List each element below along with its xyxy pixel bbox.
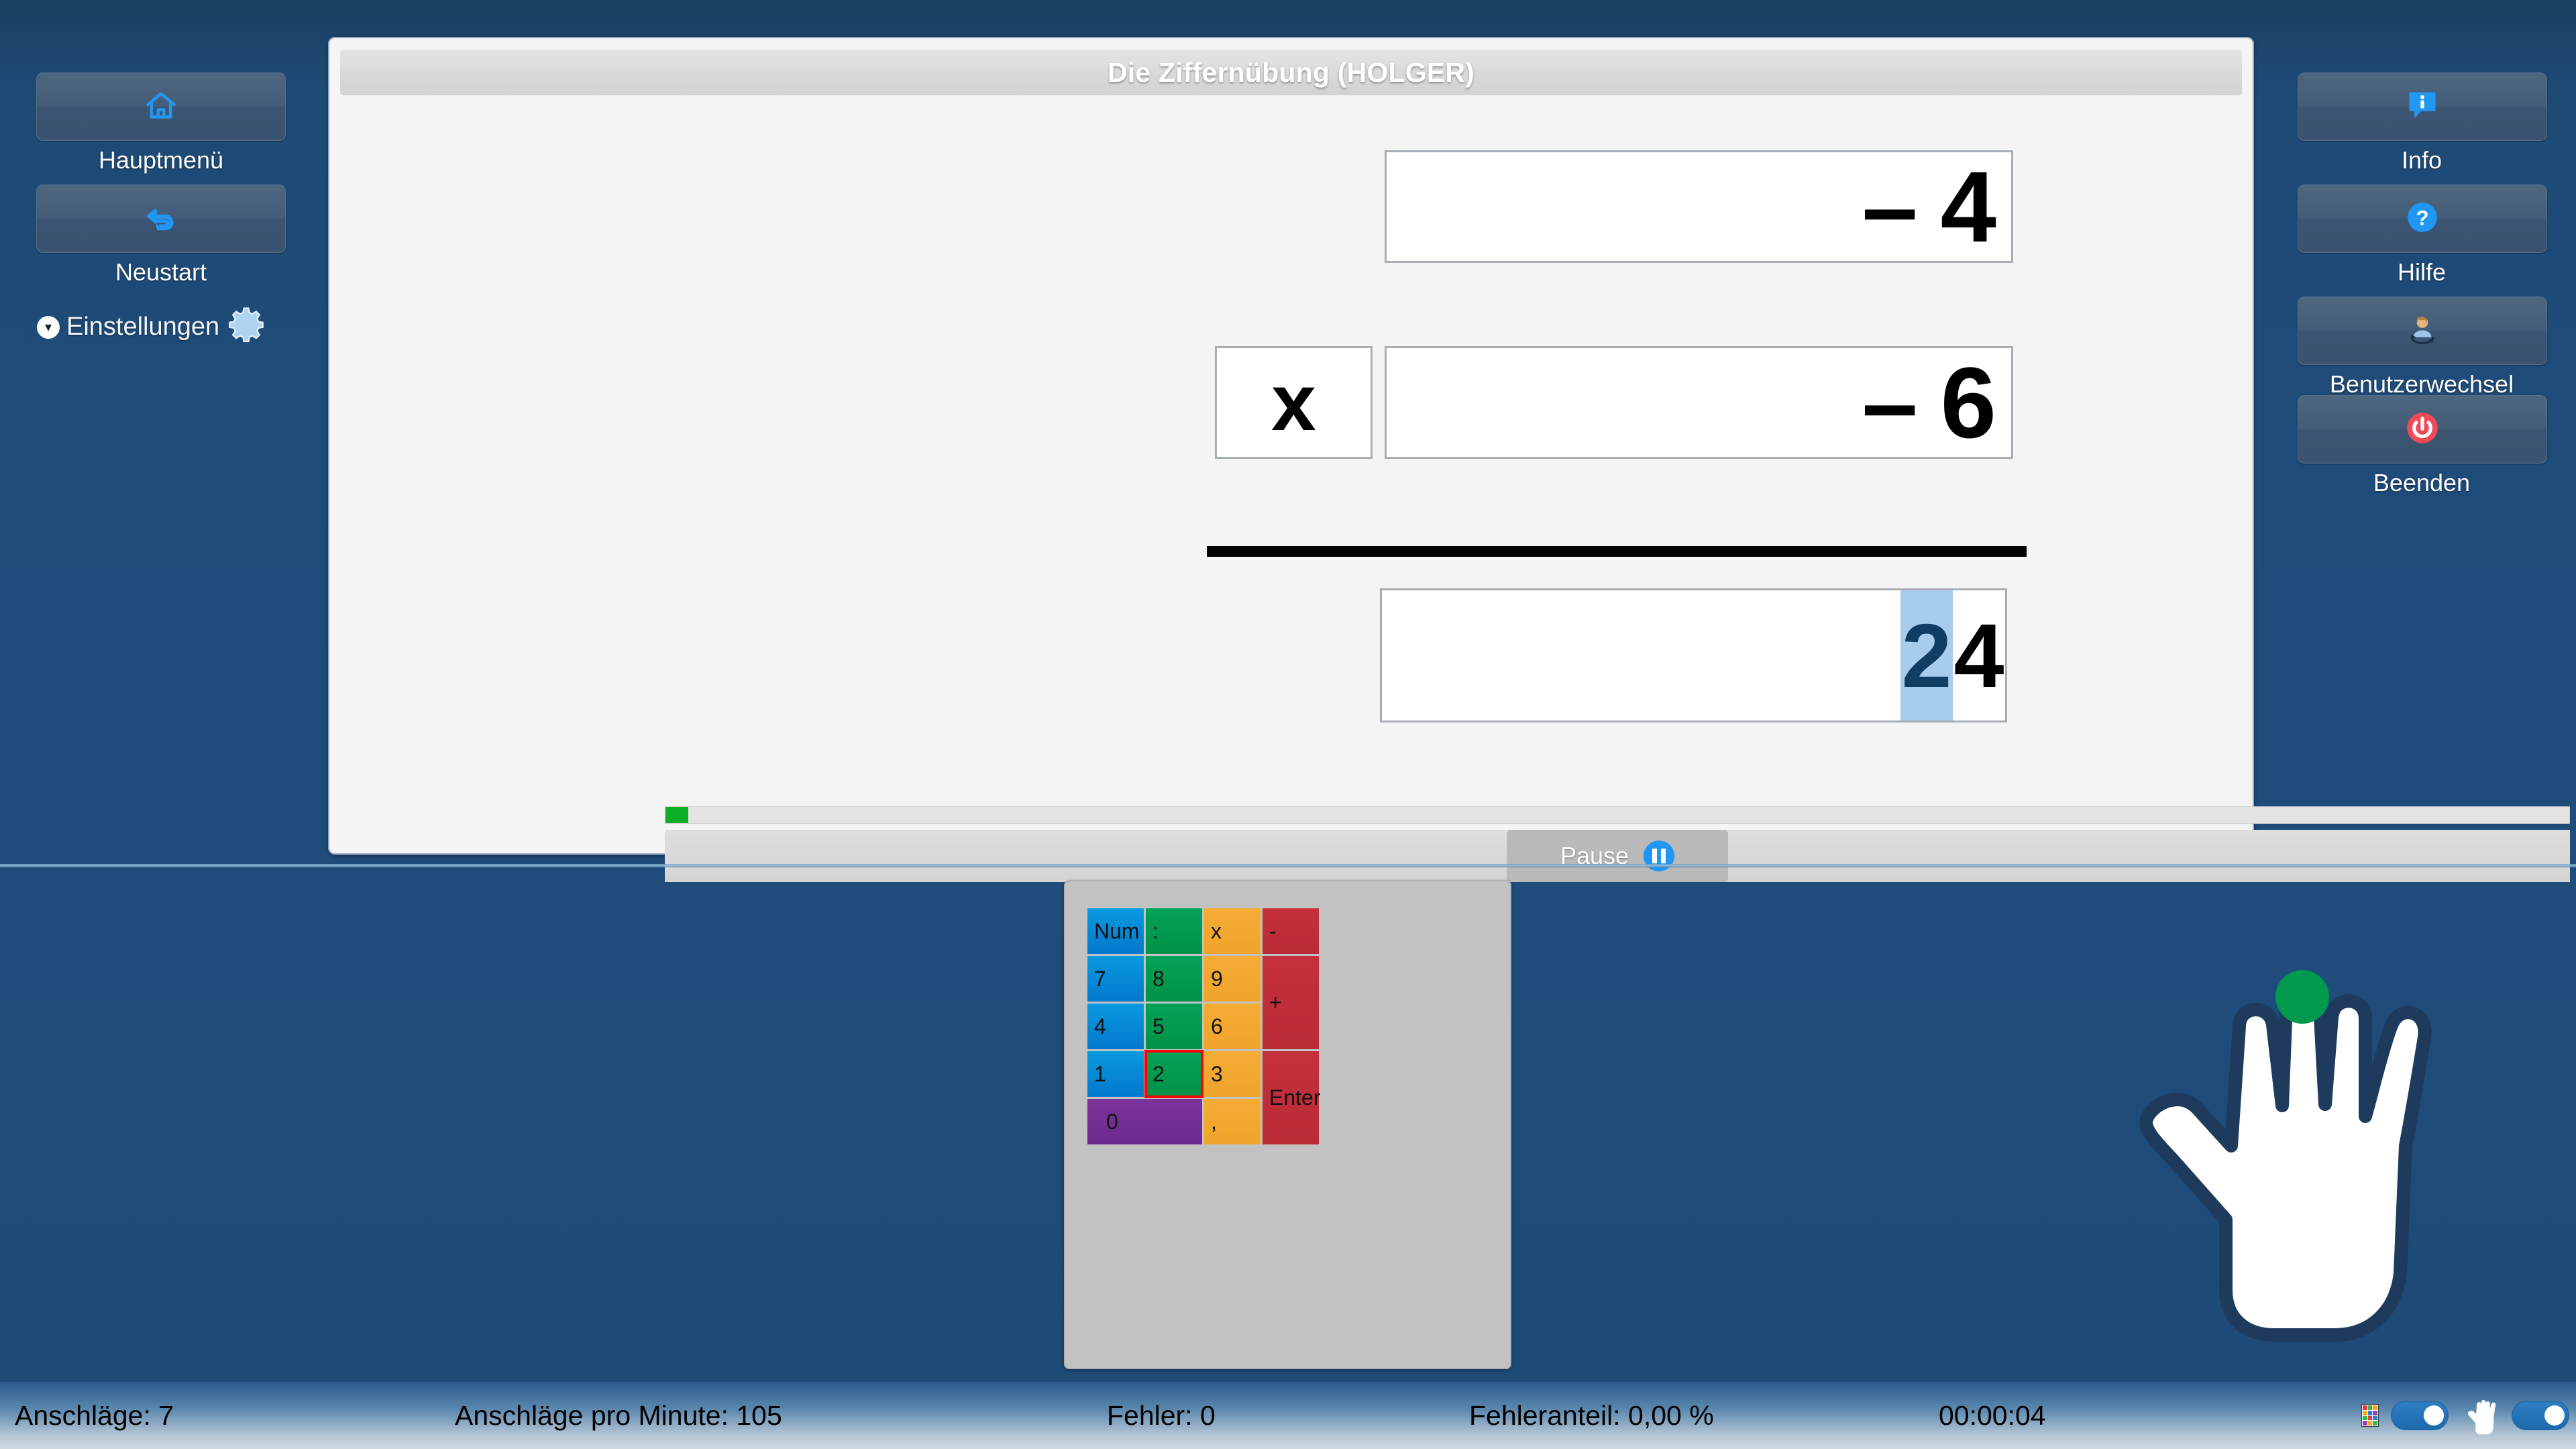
sidebar-item-hilfe[interactable]: ? Hilfe — [2298, 184, 2547, 286]
hilfe-button[interactable]: ? — [2298, 184, 2547, 253]
keypad-key-label: 5 — [1152, 1014, 1165, 1038]
right-sidebar: Info ? Hilfe Benutzerwechsel Beenden — [2267, 0, 2576, 865]
section-divider — [0, 864, 2576, 867]
finger-highlight-dot — [2275, 970, 2329, 1024]
status-keystrokes: Anschläge: 7 — [15, 1399, 174, 1431]
progress-bar — [665, 806, 2570, 824]
keypad-key-label: Enter — [1269, 1085, 1321, 1110]
progress-bar-fill — [665, 807, 689, 823]
right-hand-icon — [2066, 924, 2469, 1360]
keypad-key-[interactable]: - — [1263, 908, 1319, 954]
left-sidebar: Hauptmenü Neustart ▾ Einstellungen — [0, 0, 322, 865]
hilfe-label: Hilfe — [2397, 258, 2447, 286]
operator-value: x — [1271, 358, 1316, 447]
status-bar-controls — [2361, 1395, 2569, 1436]
sidebar-item-info[interactable]: Info — [2298, 72, 2547, 174]
keypad-key-0[interactable]: 0 — [1087, 1099, 1202, 1144]
keypad-key-label: 8 — [1152, 966, 1165, 991]
answer-digit-active[interactable]: 2 — [1900, 590, 1953, 720]
keypad-key-label: 4 — [1094, 1014, 1106, 1038]
keypad-key-label: 6 — [1211, 1014, 1223, 1038]
undo-arrow-icon — [142, 202, 180, 236]
keypad-key-enter[interactable]: Enter — [1263, 1051, 1321, 1144]
keypad-key-label: 0 — [1106, 1109, 1118, 1134]
home-icon — [144, 88, 178, 126]
keypad-key-label: 9 — [1211, 966, 1223, 991]
keypad-key-6[interactable]: 6 — [1204, 1004, 1260, 1049]
keypad-key-num[interactable]: Num — [1087, 908, 1144, 954]
benutzerwechsel-label: Benutzerwechsel — [2329, 370, 2514, 398]
keypad-key-[interactable]: : — [1146, 908, 1202, 954]
beenden-label: Beenden — [2373, 469, 2471, 496]
keypad-key-label: Num — [1094, 918, 1140, 943]
operand-top-box: – 4 — [1385, 150, 2013, 263]
sidebar-item-beenden[interactable]: Beenden — [2298, 395, 2547, 497]
neustart-label: Neustart — [115, 258, 207, 286]
keypad-key-label: 2 — [1152, 1061, 1165, 1086]
keypad-key-label: 1 — [1094, 1061, 1106, 1086]
keypad-key-[interactable]: + — [1263, 956, 1319, 1049]
answer-input-box[interactable]: 2 4 — [1380, 588, 2007, 722]
keypad-key-label: 7 — [1094, 966, 1106, 991]
keypad-key-label: - — [1269, 918, 1277, 943]
exercise-title-bar: Die Ziffernübung (HOLGER) — [340, 50, 2242, 95]
keypad-key-8[interactable]: 8 — [1146, 956, 1202, 1002]
keypad-key-label: x — [1211, 918, 1222, 943]
virtual-keypad: Num: x - 7 8 9 +4 5 6 1 2 3 Enter 0, — [1064, 880, 1511, 1369]
keypad-key-[interactable]: , — [1204, 1099, 1260, 1144]
keypad-key-5[interactable]: 5 — [1146, 1004, 1202, 1049]
status-errors: Fehler: 0 — [1107, 1399, 1216, 1431]
question-circle-icon: ? — [2406, 201, 2439, 237]
answer-digit[interactable]: 4 — [1953, 590, 2005, 720]
neustart-button[interactable] — [36, 184, 286, 253]
keypad-key-4[interactable]: 4 — [1087, 1004, 1144, 1049]
keypad-grid: Num: x - 7 8 9 +4 5 6 1 2 3 Enter 0, — [1087, 908, 1480, 1338]
operand-top-value: – 4 — [1862, 150, 1996, 263]
keypad-key-label: + — [1269, 990, 1282, 1014]
hauptmenu-button[interactable] — [36, 72, 286, 141]
info-button[interactable] — [2298, 72, 2547, 141]
status-bar: Anschläge: 7 Anschläge pro Minute: 105 F… — [0, 1382, 2576, 1449]
operand-bottom-value: – 6 — [1862, 346, 1996, 459]
keyboard-mini-icon — [2361, 1404, 2379, 1427]
keypad-key-label: 3 — [1211, 1061, 1223, 1086]
pause-button[interactable]: Pause — [1507, 830, 1728, 882]
benutzerwechsel-button[interactable] — [2298, 297, 2547, 365]
keyboard-display-toggle[interactable] — [2391, 1401, 2449, 1430]
settings-toggle[interactable]: ▾ Einstellungen — [37, 305, 266, 349]
exercise-panel: Die Ziffernübung (HOLGER) – 4 x – 6 2 4 … — [328, 37, 2570, 882]
status-elapsed-time: 00:00:04 — [1939, 1399, 2046, 1431]
page-title: Die Ziffernübung (HOLGER) — [1107, 56, 1475, 88]
keypad-key-label: : — [1152, 918, 1159, 943]
equation-rule-line — [1207, 546, 2027, 557]
keypad-key-x[interactable]: x — [1204, 908, 1260, 954]
sidebar-item-benutzerwechsel[interactable]: Benutzerwechsel — [2298, 297, 2547, 398]
sidebar-item-neustart[interactable]: Neustart — [0, 184, 322, 286]
switch-user-icon — [2404, 313, 2440, 350]
hauptmenu-label: Hauptmenü — [98, 146, 224, 174]
hand-mini-icon — [2461, 1395, 2500, 1436]
keypad-key-9[interactable]: 9 — [1204, 956, 1260, 1002]
power-off-icon — [2405, 411, 2440, 449]
hand-display-toggle[interactable] — [2512, 1401, 2569, 1430]
keypad-key-label: , — [1211, 1109, 1217, 1134]
info-speech-bubble-icon — [2405, 88, 2440, 126]
status-error-rate: Fehleranteil: 0,00 % — [1469, 1399, 1714, 1431]
keypad-key-1[interactable]: 1 — [1087, 1051, 1144, 1097]
svg-text:?: ? — [2416, 206, 2428, 229]
keypad-key-2[interactable]: 2 — [1144, 1050, 1203, 1098]
info-label: Info — [2401, 146, 2443, 174]
settings-label: Einstellungen — [66, 313, 220, 341]
operator-box: x — [1215, 346, 1373, 459]
gear-icon[interactable] — [226, 305, 266, 349]
status-kpm: Anschläge pro Minute: 105 — [455, 1399, 782, 1431]
operand-bottom-box: – 6 — [1385, 346, 2013, 459]
sidebar-item-hauptmenu[interactable]: Hauptmenü — [0, 72, 322, 174]
chevron-down-icon[interactable]: ▾ — [37, 315, 60, 339]
beenden-button[interactable] — [2298, 395, 2547, 464]
keypad-key-3[interactable]: 3 — [1204, 1051, 1260, 1097]
keypad-key-7[interactable]: 7 — [1087, 956, 1144, 1002]
